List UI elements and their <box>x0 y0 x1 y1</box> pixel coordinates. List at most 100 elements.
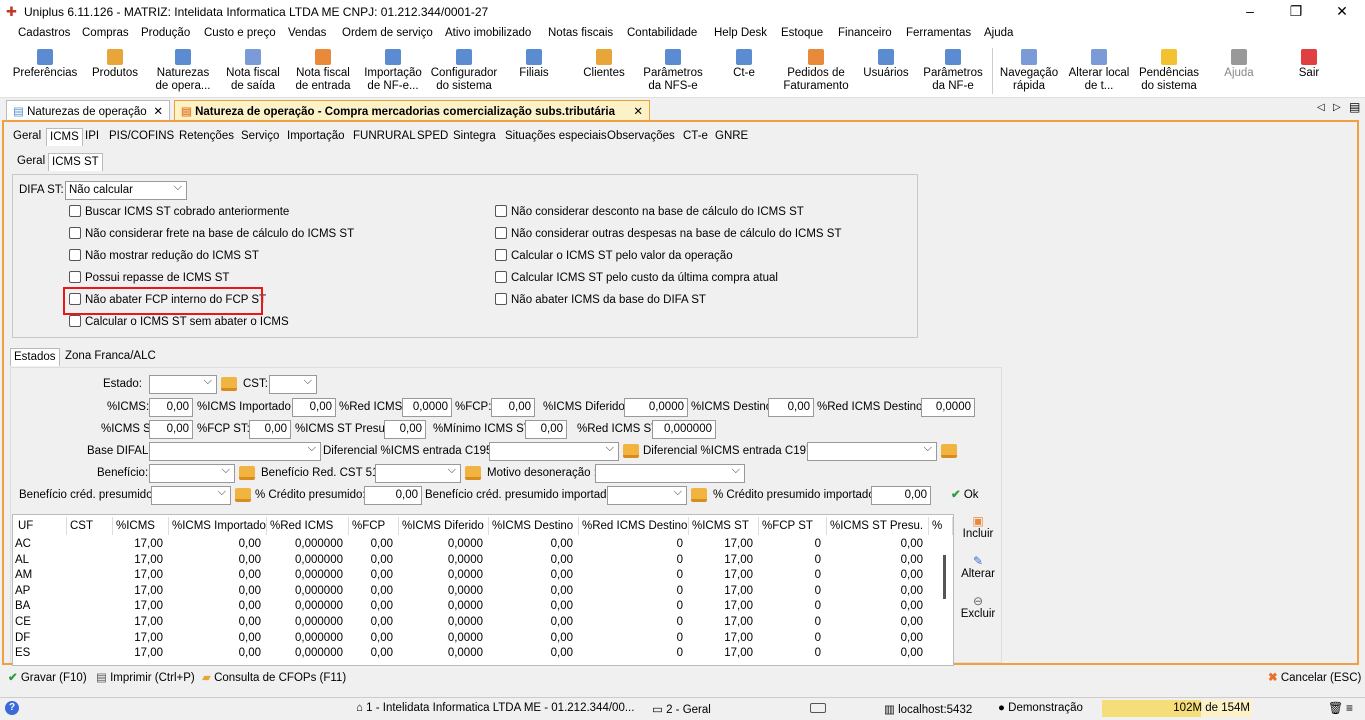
tab-list-icon[interactable]: ▤ <box>1349 100 1360 114</box>
minimo-icms-st-input[interactable]: 0,00 <box>525 420 567 439</box>
fcp-st-input[interactable]: 0,00 <box>249 420 291 439</box>
check-calcular-sem-abater[interactable]: Calcular o ICMS ST sem abater o ICMS <box>69 315 289 331</box>
menu-help-desk[interactable]: Help Desk <box>714 27 767 39</box>
check-nao-considerar-frete[interactable]: Não considerar frete na base de cálculo … <box>69 227 354 243</box>
icms-st-input[interactable]: 0,00 <box>149 420 193 439</box>
credito-presumido-input[interactable]: 0,00 <box>364 486 422 505</box>
beneficio-select[interactable] <box>149 464 235 483</box>
menu-financeiro[interactable]: Financeiro <box>838 27 892 39</box>
trash-icon[interactable]: 🗑 <box>1328 701 1343 715</box>
beneficio-red-cst51-select[interactable] <box>375 464 461 483</box>
tab-servico[interactable]: Serviço <box>238 128 282 146</box>
tab-estados[interactable]: Estados <box>10 348 60 366</box>
menu-vendas[interactable]: Vendas <box>288 27 326 39</box>
toolbar-navegacao-rapida[interactable]: Navegação rápida <box>996 46 1062 96</box>
menu-icon[interactable]: ≡ <box>1346 701 1353 715</box>
consulta-cfops-button[interactable]: ▰ Consulta de CFOPs (F11) <box>202 670 346 684</box>
tab-observacoes[interactable]: Observações <box>604 128 678 146</box>
checkbox-icon[interactable] <box>495 271 507 283</box>
checkbox-icon[interactable] <box>495 249 507 261</box>
grid-scrollbar[interactable] <box>943 555 946 599</box>
checkbox-icon[interactable] <box>495 205 507 217</box>
icms-st-presu-input[interactable]: 0,00 <box>384 420 426 439</box>
tab-retencoes[interactable]: Retenções <box>176 128 237 146</box>
icms-destino-input[interactable]: 0,00 <box>768 398 814 417</box>
menu-cadastros[interactable]: Cadastros <box>18 27 70 39</box>
tab-funrural[interactable]: FUNRURAL <box>350 128 419 146</box>
tab-ipi[interactable]: IPI <box>82 128 102 146</box>
beneficio-cred-presumido-importado-select[interactable] <box>607 486 687 505</box>
table-row[interactable]: AM 17,00 0,00 0,000000 0,00 0,0000 0,00 0 17,00 0… <box>13 569 953 585</box>
menu-estoque[interactable]: Estoque <box>781 27 823 39</box>
help-icon[interactable]: ? <box>5 701 19 715</box>
grid-header-cell[interactable]: %ICMS Diferido <box>399 517 489 535</box>
check-calcular-valor-operacao[interactable]: Calcular o ICMS ST pelo valor da operaçã… <box>495 249 733 265</box>
toolbar-parametros-nfe[interactable]: Parâmetros da NF-e <box>918 46 988 96</box>
toolbar-alterar-local[interactable]: Alterar local de t... <box>1064 46 1134 96</box>
toolbar-usuarios[interactable]: Usuários <box>856 46 916 96</box>
table-row[interactable]: DF 17,00 0,00 0,000000 0,00 0,0000 0,00 0 17,00 0… <box>13 632 953 648</box>
menu-ajuda[interactable]: Ajuda <box>984 27 1013 39</box>
motivo-desoneracao-select[interactable] <box>595 464 745 483</box>
folder-icon[interactable] <box>221 377 237 391</box>
close-tab-icon[interactable]: ✕ <box>153 104 163 118</box>
subtab-icms-st[interactable]: ICMS ST <box>48 153 103 171</box>
tab-zona-franca[interactable]: Zona Franca/ALC <box>62 348 159 366</box>
cancelar-button[interactable]: ✖ Cancelar (ESC) <box>1268 670 1361 684</box>
tab-cte[interactable]: CT-e <box>680 128 711 146</box>
base-difal-select[interactable] <box>149 442 321 461</box>
tab-geral[interactable]: Geral <box>10 128 44 146</box>
cst-select[interactable] <box>269 375 317 394</box>
menu-ativo-imobilizado[interactable]: Ativo imobilizado <box>445 27 531 39</box>
maximize-button[interactable]: ❐ <box>1273 0 1319 24</box>
estado-select[interactable] <box>149 375 217 394</box>
red-icms-destino-input[interactable]: 0,0000 <box>921 398 975 417</box>
table-row[interactable]: AC 17,00 0,00 0,000000 0,00 0,0000 0,00 0 17,00 0… <box>13 538 953 554</box>
tab-sintegra[interactable]: Sintegra <box>450 128 499 146</box>
tab-prev-icon[interactable]: ◁ <box>1317 102 1325 113</box>
toolbar-clientes[interactable]: Clientes <box>574 46 634 96</box>
close-window-button[interactable]: ✕ <box>1319 0 1365 24</box>
toolbar-filiais[interactable]: Filiais <box>504 46 564 96</box>
grid-header-cell[interactable]: % <box>929 517 953 535</box>
folder-icon[interactable] <box>941 444 957 458</box>
toolbar-produtos[interactable]: Produtos <box>84 46 146 96</box>
toolbar-sair[interactable]: Sair <box>1278 46 1340 96</box>
toolbar-configurador[interactable]: Configurador do sistema <box>428 46 500 96</box>
fcp-input[interactable]: 0,00 <box>491 398 535 417</box>
menu-contabilidade[interactable]: Contabilidade <box>627 27 697 39</box>
diferencial-c197-select[interactable] <box>807 442 937 461</box>
tab-next-icon[interactable]: ▷ <box>1333 102 1341 113</box>
tab-sped[interactable]: SPED <box>414 128 451 146</box>
menu-custo-preco[interactable]: Custo e preço <box>204 27 276 39</box>
credito-presumido-importado-input[interactable]: 0,00 <box>871 486 931 505</box>
grid-header-cell[interactable]: CST <box>67 517 113 535</box>
folder-icon[interactable] <box>239 466 255 480</box>
grid-header-cell[interactable]: %Red ICMS Destino <box>579 517 689 535</box>
toolbar-ajuda[interactable]: Ajuda <box>1208 46 1270 96</box>
tab-icms[interactable]: ICMS <box>46 128 83 146</box>
check-nao-considerar-desconto[interactable]: Não considerar desconto na base de cálcu… <box>495 205 804 221</box>
grid-header-cell[interactable]: %FCP <box>349 517 399 535</box>
tab-pis-cofins[interactable]: PIS/COFINS <box>106 128 177 146</box>
menu-ordem-servico[interactable]: Ordem de serviço <box>342 27 433 39</box>
alterar-button[interactable]: ✎ Alterar <box>954 554 1002 580</box>
doctab-naturezas[interactable]: ▤ Naturezas de operação ✕ <box>6 100 170 120</box>
checkbox-icon[interactable] <box>69 227 81 239</box>
minimize-button[interactable]: – <box>1227 0 1273 24</box>
check-nao-abater-icms-difa[interactable]: Não abater ICMS da base do DIFA ST <box>495 293 706 309</box>
grid-header-cell[interactable]: %Red ICMS <box>267 517 349 535</box>
doctab-natureza-compra[interactable]: ▤ Natureza de operação - Compra mercador… <box>174 100 650 120</box>
states-grid[interactable]: UF CST %ICMS %ICMS Importado %Red ICMS %FCP %I… <box>12 514 954 666</box>
icms-input[interactable]: 0,00 <box>149 398 193 417</box>
close-tab-icon[interactable]: ✕ <box>633 104 643 118</box>
check-calcular-custo-ultima-compra[interactable]: Calcular ICMS ST pelo custo da última co… <box>495 271 778 287</box>
tab-gnre[interactable]: GNRE <box>712 128 751 146</box>
difa-st-select[interactable]: Não calcular <box>65 181 187 200</box>
folder-icon[interactable] <box>623 444 639 458</box>
checkbox-icon[interactable] <box>69 271 81 283</box>
subtab-geral[interactable]: Geral <box>14 153 48 171</box>
toolbar-cte[interactable]: Ct-e <box>714 46 774 96</box>
checkbox-icon[interactable] <box>69 249 81 261</box>
table-row[interactable]: BA 17,00 0,00 0,000000 0,00 0,0000 0,00 0 17,00 0… <box>13 600 953 616</box>
